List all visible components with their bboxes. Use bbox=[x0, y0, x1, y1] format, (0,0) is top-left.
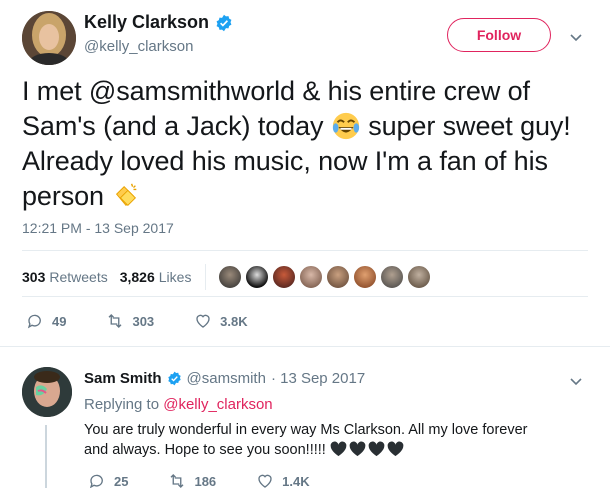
reply-reply-button[interactable]: 25 bbox=[88, 472, 128, 488]
reply-text-body: You are truly wonderful in every way Ms … bbox=[84, 422, 528, 458]
like-count: 3.8K bbox=[220, 313, 248, 329]
black-hearts bbox=[330, 441, 404, 457]
author-name-text[interactable]: Kelly Clarkson bbox=[84, 12, 209, 33]
retweet-button[interactable]: 303 bbox=[106, 312, 154, 330]
replying-prefix: Replying to bbox=[84, 396, 160, 413]
reply-retweet-button[interactable]: 186 bbox=[168, 472, 216, 488]
black-heart-icon bbox=[330, 441, 347, 457]
heart-icon bbox=[196, 314, 210, 328]
liker-avatar[interactable] bbox=[218, 265, 243, 289]
stat-separator bbox=[205, 264, 207, 290]
chevron-down-icon[interactable] bbox=[568, 29, 584, 45]
kelly-clarkson-avatar[interactable] bbox=[22, 11, 76, 65]
heart-icon bbox=[258, 474, 272, 488]
liker-avatar[interactable] bbox=[326, 265, 351, 289]
liker-avatar[interactable] bbox=[353, 265, 378, 289]
black-heart-icon bbox=[349, 441, 366, 457]
liker-avatar[interactable] bbox=[407, 265, 432, 289]
reply-date[interactable]: · 13 Sep 2017 bbox=[271, 370, 365, 387]
like-button[interactable]: 3.8K bbox=[194, 312, 248, 330]
chevron-down-icon[interactable] bbox=[568, 373, 584, 389]
author-name[interactable]: Kelly Clarkson bbox=[84, 12, 233, 33]
divider bbox=[0, 346, 610, 347]
tweet-actions: 49 303 3.8K bbox=[26, 312, 248, 330]
author-handle[interactable]: @kelly_clarkson bbox=[84, 38, 193, 55]
tweet-timestamp[interactable]: 12:21 PM - 13 Sep 2017 bbox=[22, 220, 174, 236]
liker-avatar[interactable] bbox=[272, 265, 297, 289]
clap-emoji-icon bbox=[116, 183, 137, 207]
retweet-count: 303 bbox=[132, 313, 155, 329]
reply-like-count: 1.4K bbox=[282, 473, 310, 488]
liker-avatars bbox=[218, 265, 432, 289]
likes-stat[interactable]: 3,826 Likes bbox=[120, 269, 192, 285]
replying-to-link[interactable]: @kelly_clarkson bbox=[163, 396, 272, 413]
black-heart-icon bbox=[387, 441, 404, 457]
thread-line bbox=[45, 425, 47, 488]
reply-author-name[interactable]: Sam Smith bbox=[84, 370, 162, 387]
retweet-icon bbox=[108, 314, 122, 328]
reply-author-handle[interactable]: @samsmith bbox=[187, 370, 266, 387]
reply-actions: 25 186 1.4K bbox=[88, 472, 310, 488]
retweet-icon bbox=[170, 474, 184, 488]
divider bbox=[22, 296, 588, 297]
verified-icon bbox=[216, 14, 232, 31]
liker-avatar[interactable] bbox=[299, 265, 324, 289]
divider bbox=[22, 250, 588, 251]
liker-avatar[interactable] bbox=[245, 265, 270, 289]
tweet-stats: 303 Retweets 3,826 Likes bbox=[22, 264, 432, 290]
verified-icon bbox=[167, 371, 181, 386]
reply-like-button[interactable]: 1.4K bbox=[256, 472, 310, 488]
reply-reply-count: 25 bbox=[114, 473, 129, 488]
liker-avatar[interactable] bbox=[380, 265, 405, 289]
reply-icon bbox=[27, 314, 41, 329]
retweets-stat[interactable]: 303 Retweets bbox=[22, 269, 108, 285]
joy-emoji-icon bbox=[332, 112, 359, 140]
reply-text: You are truly wonderful in every way Ms … bbox=[84, 420, 554, 460]
sam-smith-avatar[interactable] bbox=[22, 367, 72, 417]
black-heart-icon bbox=[368, 441, 385, 457]
follow-button[interactable]: Follow bbox=[447, 18, 551, 52]
reply-icon bbox=[89, 474, 103, 488]
reply-header: Sam Smith @samsmith · 13 Sep 2017 bbox=[84, 370, 365, 387]
tweet-text: I met @samsmithworld & his entire crew o… bbox=[22, 74, 597, 214]
reply-retweet-count: 186 bbox=[194, 473, 217, 488]
reply-button[interactable]: 49 bbox=[26, 312, 66, 330]
reply-count: 49 bbox=[52, 313, 67, 329]
replying-to: Replying to @kelly_clarkson bbox=[84, 396, 273, 413]
